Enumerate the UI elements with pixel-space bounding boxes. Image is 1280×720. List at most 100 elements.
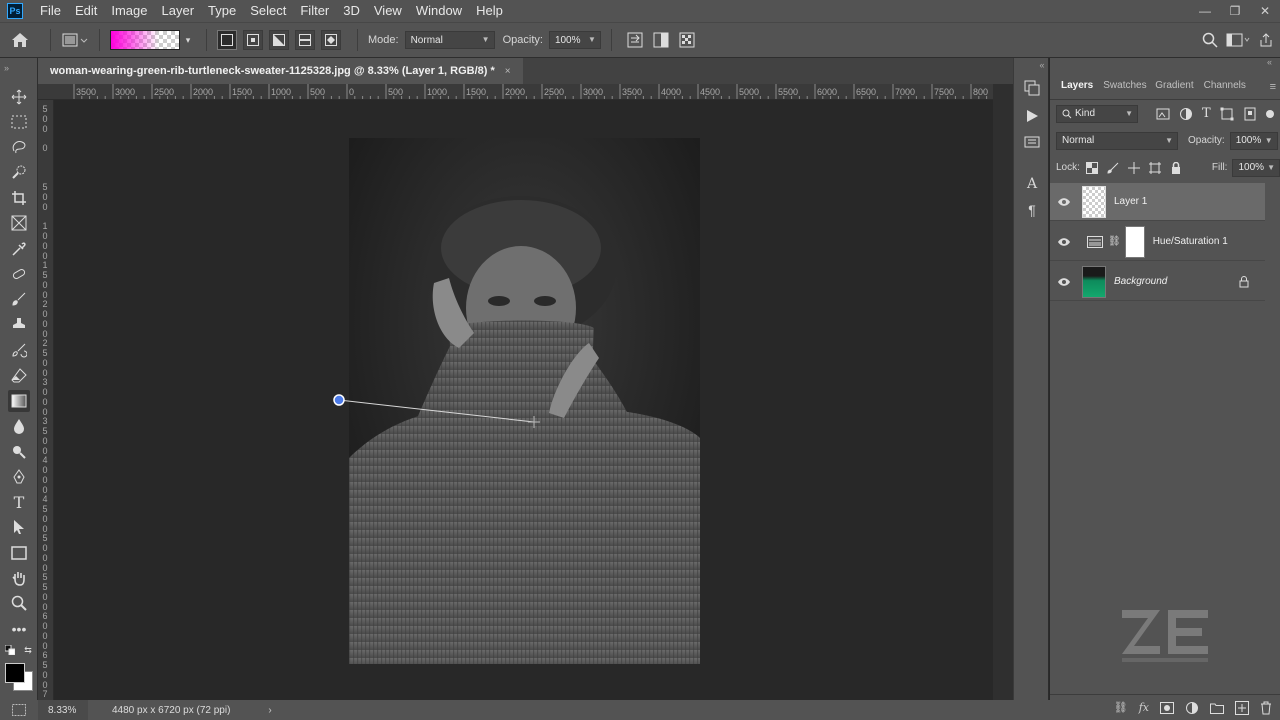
default-colors-icon[interactable] [4,644,16,656]
reflected-gradient-button[interactable] [295,30,315,50]
menu-view[interactable]: View [367,0,409,22]
document-canvas[interactable] [54,100,993,700]
more-tools-icon[interactable]: ••• [8,618,30,640]
eraser-tool-icon[interactable] [8,364,30,386]
screen-mode-button[interactable] [0,700,38,720]
menu-filter[interactable]: Filter [293,0,336,22]
menu-edit[interactable]: Edit [68,0,104,22]
blend-mode-dropdown[interactable]: Normal ▼ [1056,131,1178,150]
new-layer-icon[interactable] [1235,700,1249,715]
menu-help[interactable]: Help [469,0,510,22]
path-selection-tool-icon[interactable] [8,516,30,538]
close-window-icon[interactable]: ✕ [1250,0,1280,22]
filter-shape-icon[interactable] [1220,107,1234,121]
tab-gradient[interactable]: Gradient [1150,73,1198,99]
link-layers-icon[interactable]: ⛓ [1114,701,1128,714]
transparency-icon[interactable] [674,28,700,52]
lock-transparent-pixels-icon[interactable] [1085,161,1098,174]
visibility-eye-icon[interactable] [1050,197,1078,207]
character-panel-icon[interactable]: A [1022,174,1042,194]
collapse-panels-icon[interactable]: « [1267,57,1272,67]
mode-dropdown[interactable]: Normal ▼ [404,31,495,49]
visibility-eye-icon[interactable] [1050,277,1078,287]
filter-smart-object-icon[interactable] [1243,107,1257,121]
tool-preset-picker-icon[interactable] [61,28,89,52]
radial-gradient-button[interactable] [243,30,263,50]
add-mask-icon[interactable] [1160,701,1174,714]
delete-layer-icon[interactable] [1260,701,1272,715]
filter-type-icon[interactable]: T [1202,106,1211,121]
link-chain-icon[interactable]: ⛓ [1108,236,1121,247]
layer-row-hue-saturation[interactable]: ⛓ Hue/Saturation 1 [1050,223,1265,261]
opacity-input[interactable]: 100% ▼ [548,31,601,49]
document-tab[interactable]: woman-wearing-green-rib-turtleneck-sweat… [38,58,523,84]
home-icon[interactable] [0,28,40,52]
tab-channels[interactable]: Channels [1199,73,1251,99]
dither-icon[interactable] [648,28,674,52]
clone-stamp-tool-icon[interactable] [8,313,30,335]
search-icon[interactable] [1196,28,1224,52]
new-group-icon[interactable] [1210,702,1224,714]
zoom-level-field[interactable]: 8.33% [38,700,88,720]
layer-row-layer-1[interactable]: Layer 1 [1050,183,1265,221]
move-tool-icon[interactable] [8,86,30,108]
gradient-tool-icon[interactable] [8,390,30,412]
dodge-tool-icon[interactable] [8,440,30,462]
swap-colors-icon[interactable]: ⇆ [22,644,34,656]
crop-tool-icon[interactable] [8,187,30,209]
paragraph-panel-icon[interactable]: ¶ [1022,200,1042,220]
history-brush-tool-icon[interactable] [8,339,30,361]
properties-panel-icon[interactable] [1022,132,1042,152]
new-adjustment-layer-icon[interactable] [1185,701,1199,715]
menu-type[interactable]: Type [201,0,243,22]
workspace-icon[interactable] [1224,28,1252,52]
healing-brush-tool-icon[interactable] [8,263,30,285]
marquee-tool-icon[interactable] [8,111,30,133]
zoom-tool-icon[interactable] [8,592,30,614]
minimize-icon[interactable]: — [1190,0,1220,22]
lock-artboard-icon[interactable] [1148,161,1161,174]
expand-toolbar-icon[interactable]: » [4,62,26,74]
hand-tool-icon[interactable] [8,567,30,589]
layer-mask-thumbnail[interactable] [1124,225,1145,258]
reverse-icon[interactable] [622,28,648,52]
brush-tool-icon[interactable] [8,288,30,310]
pen-tool-icon[interactable] [8,466,30,488]
lasso-tool-icon[interactable] [8,136,30,158]
menu-layer[interactable]: Layer [155,0,202,22]
rectangle-tool-icon[interactable] [8,542,30,564]
lock-image-pixels-icon[interactable] [1107,162,1119,174]
tab-swatches[interactable]: Swatches [1098,73,1150,99]
close-icon[interactable]: × [505,66,511,77]
foreground-color-swatch[interactable] [5,663,25,683]
actions-panel-icon[interactable] [1022,106,1042,126]
linear-gradient-button[interactable] [217,30,237,50]
blur-tool-icon[interactable] [8,415,30,437]
restore-icon[interactable]: ❐ [1220,0,1250,22]
history-panel-icon[interactable] [1022,78,1042,98]
quick-selection-tool-icon[interactable] [8,161,30,183]
lock-icon[interactable] [1239,275,1249,288]
menu-3d[interactable]: 3D [336,0,367,22]
vertical-scrollbar[interactable] [993,84,1013,700]
filter-toggle-icon[interactable] [1265,109,1274,118]
filter-adjustment-icon[interactable] [1179,107,1193,121]
collapse-dock-icon[interactable]: « [1032,60,1052,70]
eyedropper-tool-icon[interactable] [8,238,30,260]
fill-input[interactable]: 100% ▼ [1232,158,1280,177]
layer-opacity-input[interactable]: 100% ▼ [1229,131,1278,150]
gradient-picker[interactable] [110,30,180,50]
filter-kind-dropdown[interactable]: Kind ▼ [1056,104,1138,123]
panel-menu-icon[interactable]: ≡ [1270,81,1276,93]
share-icon[interactable] [1252,28,1280,52]
layer-style-fx-icon[interactable]: fx [1139,701,1149,714]
lock-position-icon[interactable] [1127,161,1140,174]
menu-window[interactable]: Window [409,0,469,22]
layer-row-background[interactable]: Background [1050,263,1265,301]
diamond-gradient-button[interactable] [321,30,341,50]
visibility-eye-icon[interactable] [1050,237,1078,247]
tab-layers[interactable]: Layers [1056,73,1099,99]
menu-file[interactable]: File [33,0,68,22]
menu-image[interactable]: Image [104,0,154,22]
filter-pixel-icon[interactable] [1156,108,1170,120]
